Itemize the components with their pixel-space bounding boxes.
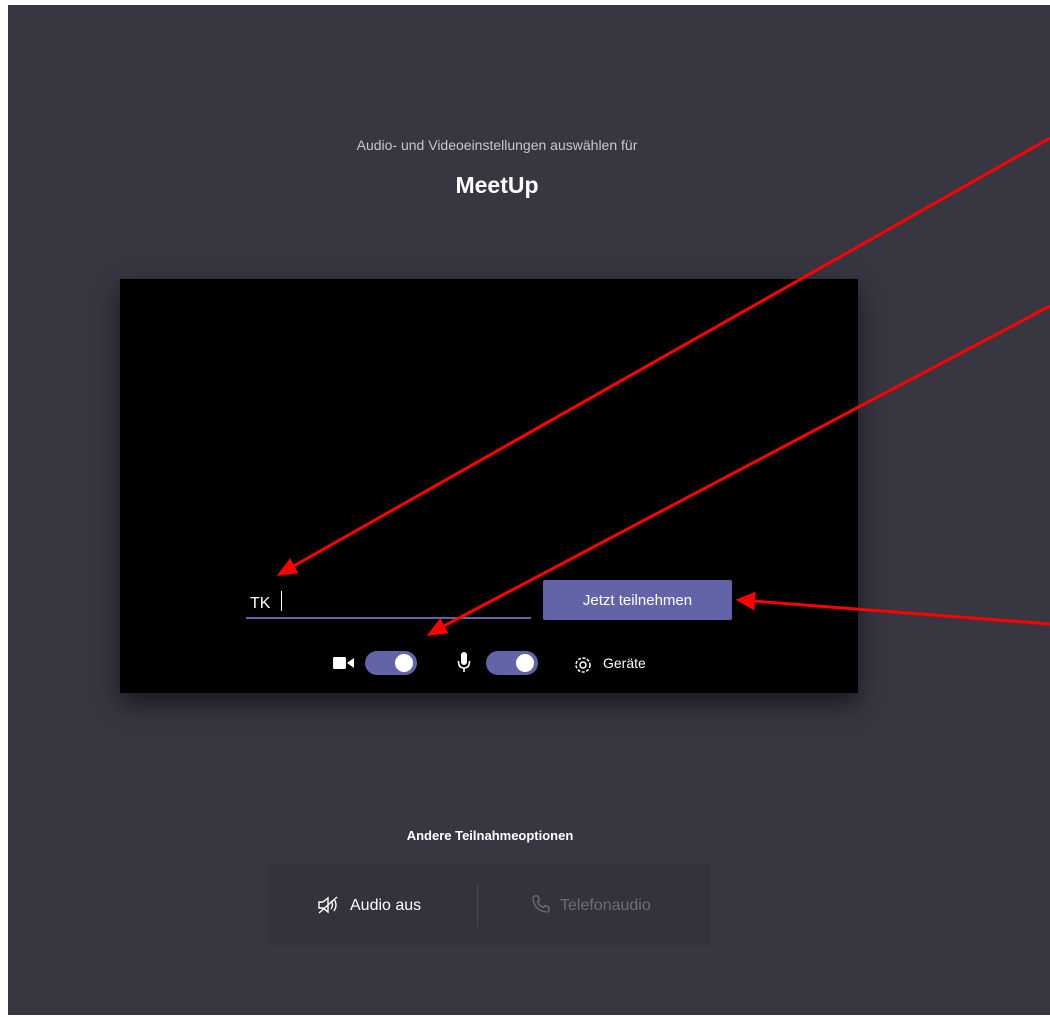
gear-icon[interactable] (572, 654, 594, 676)
prejoin-subtitle: Audio- und Videoeinstellungen auswählen … (356, 137, 638, 153)
audio-off-option[interactable]: Audio aus (350, 897, 421, 915)
video-preview (120, 279, 858, 693)
text-caret (281, 591, 282, 611)
phone-icon (532, 895, 550, 913)
camera-icon (333, 657, 354, 669)
camera-toggle-knob (395, 654, 413, 672)
other-options-title: Andere Teilnahmeoptionen (406, 828, 574, 843)
options-divider (477, 884, 478, 926)
phone-audio-option: Telefonaudio (560, 897, 651, 914)
name-input[interactable] (246, 587, 531, 619)
camera-toggle[interactable] (365, 651, 417, 675)
devices-button-label[interactable]: Geräte (603, 655, 646, 671)
meeting-title: MeetUp (455, 172, 539, 198)
microphone-icon (457, 652, 471, 672)
microphone-toggle-knob (516, 654, 534, 672)
join-now-button[interactable]: Jetzt teilnehmen (543, 580, 732, 620)
microphone-toggle[interactable] (486, 651, 538, 675)
speaker-off-icon[interactable] (317, 895, 341, 915)
